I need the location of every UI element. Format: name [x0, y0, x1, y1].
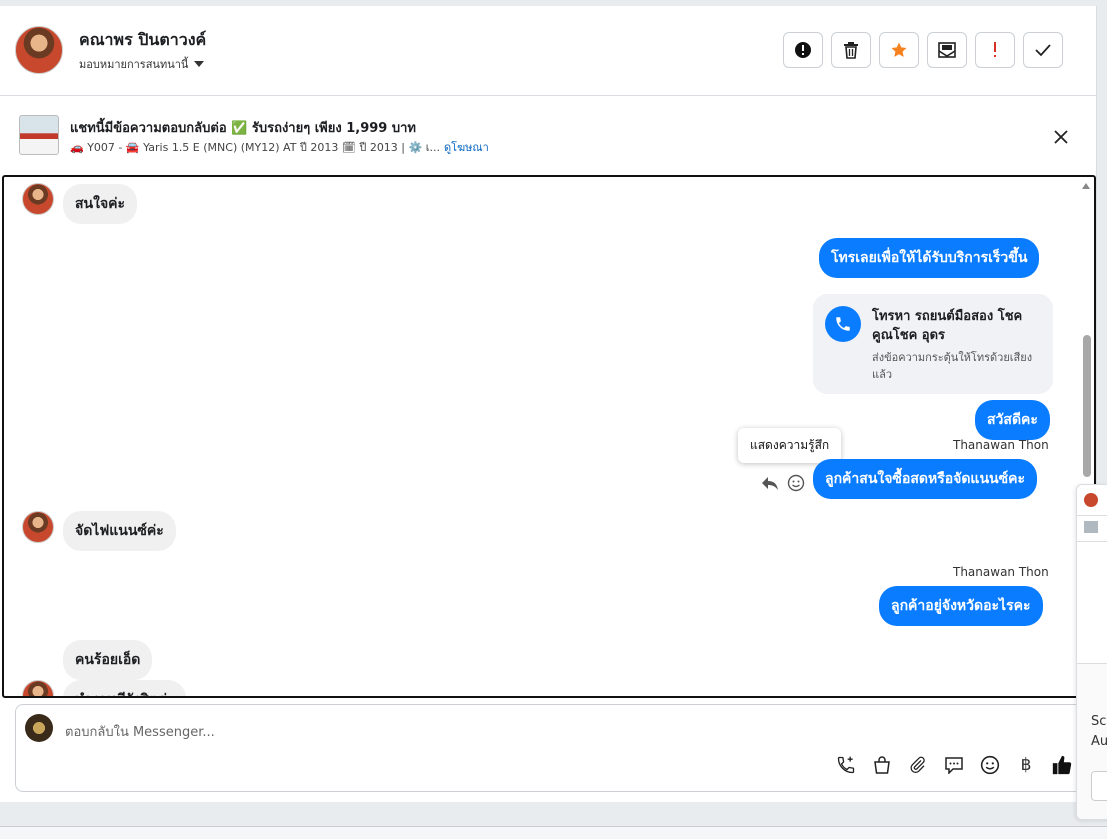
reply-input[interactable]: ตอบกลับใน Messenger... [65, 721, 215, 742]
star-button[interactable] [879, 32, 919, 68]
ad-subtitle-text: 🚗 Y007 - 🚘 Yaris 1.5 E (MNC) (MY12) AT ป… [70, 141, 440, 154]
header-actions [783, 32, 1063, 68]
assign-label: มอบหมายการสนทนานี้ [79, 58, 189, 71]
message-thread[interactable]: สนใจค่ะ โทรเลยเพื่อให้ได้รับบริการเร็วขึ… [2, 175, 1096, 698]
call-add-button[interactable] [834, 753, 858, 777]
smiley-icon [787, 474, 805, 492]
saved-reply-icon [945, 757, 963, 774]
call-card-title: โทรหา รถยนต์มือสอง โชคคูณโชค อุดร [872, 309, 1023, 343]
spam-icon [994, 42, 996, 57]
like-button[interactable] [1050, 753, 1074, 777]
composer-tools: ฿ [834, 753, 1074, 777]
incoming-message[interactable]: ทำงานมีรังสิตค่ะ [63, 680, 187, 696]
check-icon [1035, 44, 1051, 57]
trash-icon [844, 42, 858, 59]
customer-avatar [22, 183, 54, 215]
shop-bag-icon [874, 756, 890, 774]
notification-avatar [1084, 493, 1098, 507]
side-text-line: Scr [1091, 714, 1107, 729]
delete-button[interactable] [831, 32, 871, 68]
page-avatar [25, 714, 53, 742]
call-request-card[interactable]: โทรหา รถยนต์มือสอง โชคคูณโชค อุดร ส่งข้อ… [813, 294, 1053, 394]
spam-button[interactable] [975, 32, 1015, 68]
sender-name: Thanawan Thon [953, 438, 1049, 452]
notification-thumbnail [1084, 521, 1098, 533]
report-icon [795, 42, 811, 58]
outgoing-message[interactable]: สวัสดีคะ [975, 400, 1050, 440]
contact-name[interactable]: คณาพร ปินตาวงค์ [79, 28, 206, 53]
payment-button[interactable]: ฿ [1014, 753, 1038, 777]
conversation-header: คณาพร ปินตาวงค์ มอบหมายการสนทนานี้ [0, 6, 1096, 96]
done-button[interactable] [1023, 32, 1063, 68]
ad-context-bar: แชทนี้มีข้อความตอบกลับต่อ ✅ รับรถง่ายๆ เ… [0, 97, 1096, 175]
outgoing-message[interactable]: ลูกค้าสนใจซื้อสดหรือจัดแนนซ์คะ [813, 459, 1037, 499]
emoji-button[interactable] [978, 753, 1002, 777]
baht-icon: ฿ [1020, 755, 1032, 775]
customer-avatar [22, 511, 54, 543]
side-panel-button[interactable] [1091, 771, 1107, 801]
close-ad-button[interactable] [1054, 125, 1068, 149]
scrollbar-thumb[interactable] [1083, 335, 1091, 477]
divider [1077, 541, 1107, 542]
star-icon [891, 42, 907, 57]
call-add-icon [837, 756, 855, 774]
bottom-bar [0, 826, 1107, 839]
reply-button[interactable] [760, 473, 780, 493]
outgoing-message[interactable]: โทรเลยเพื่อให้ได้รับบริการเร็วขึ้น [819, 238, 1040, 278]
reply-icon [762, 477, 778, 490]
mark-unread-icon [938, 42, 956, 58]
customer-avatar [22, 680, 54, 696]
outgoing-message[interactable]: ลูกค้าอยู่จังหวัดอะไรคะ [879, 586, 1043, 626]
incoming-message[interactable]: จัดไฟแนนซ์ค่ะ [63, 511, 176, 551]
incoming-message[interactable]: คนร้อยเอ็ด [63, 640, 153, 680]
scroll-up-arrow-icon[interactable] [1082, 183, 1090, 189]
caret-down-icon [194, 61, 205, 67]
reply-composer: ตอบกลับใน Messenger... ฿ [15, 704, 1087, 792]
side-text-line: Au [1091, 734, 1107, 749]
assign-conversation-dropdown[interactable]: มอบหมายการสนทนานี้ [79, 55, 205, 73]
divider [1077, 515, 1107, 516]
reaction-tooltip: แสดงความรู้สึก [738, 428, 842, 463]
view-ad-link[interactable]: ดูโฆษณา [444, 141, 489, 154]
side-notification-panel[interactable]: Scr Au [1076, 484, 1107, 820]
react-button[interactable] [786, 473, 806, 493]
message-hover-actions [760, 473, 806, 493]
emoji-icon [980, 755, 1000, 775]
thumbs-up-icon [1052, 755, 1072, 775]
saved-reply-button[interactable] [942, 753, 966, 777]
sender-name: Thanawan Thon [953, 565, 1049, 579]
mark-unread-button[interactable] [927, 32, 967, 68]
ad-thumbnail [19, 115, 59, 155]
report-button[interactable] [783, 32, 823, 68]
shop-button[interactable] [870, 753, 894, 777]
attach-icon [910, 756, 925, 774]
contact-avatar[interactable] [15, 26, 63, 74]
attach-button[interactable] [906, 753, 930, 777]
close-icon [1054, 130, 1068, 144]
ad-subtitle: 🚗 Y007 - 🚘 Yaris 1.5 E (MNC) (MY12) AT ป… [70, 138, 489, 156]
ad-title: แชทนี้มีข้อความตอบกลับต่อ ✅ รับรถง่ายๆ เ… [70, 121, 416, 136]
phone-icon [825, 306, 861, 342]
call-card-subtitle: ส่งข้อความกระตุ้นให้โทรด้วยเสียงแล้ว [872, 351, 1033, 381]
incoming-message[interactable]: สนใจค่ะ [63, 184, 138, 224]
